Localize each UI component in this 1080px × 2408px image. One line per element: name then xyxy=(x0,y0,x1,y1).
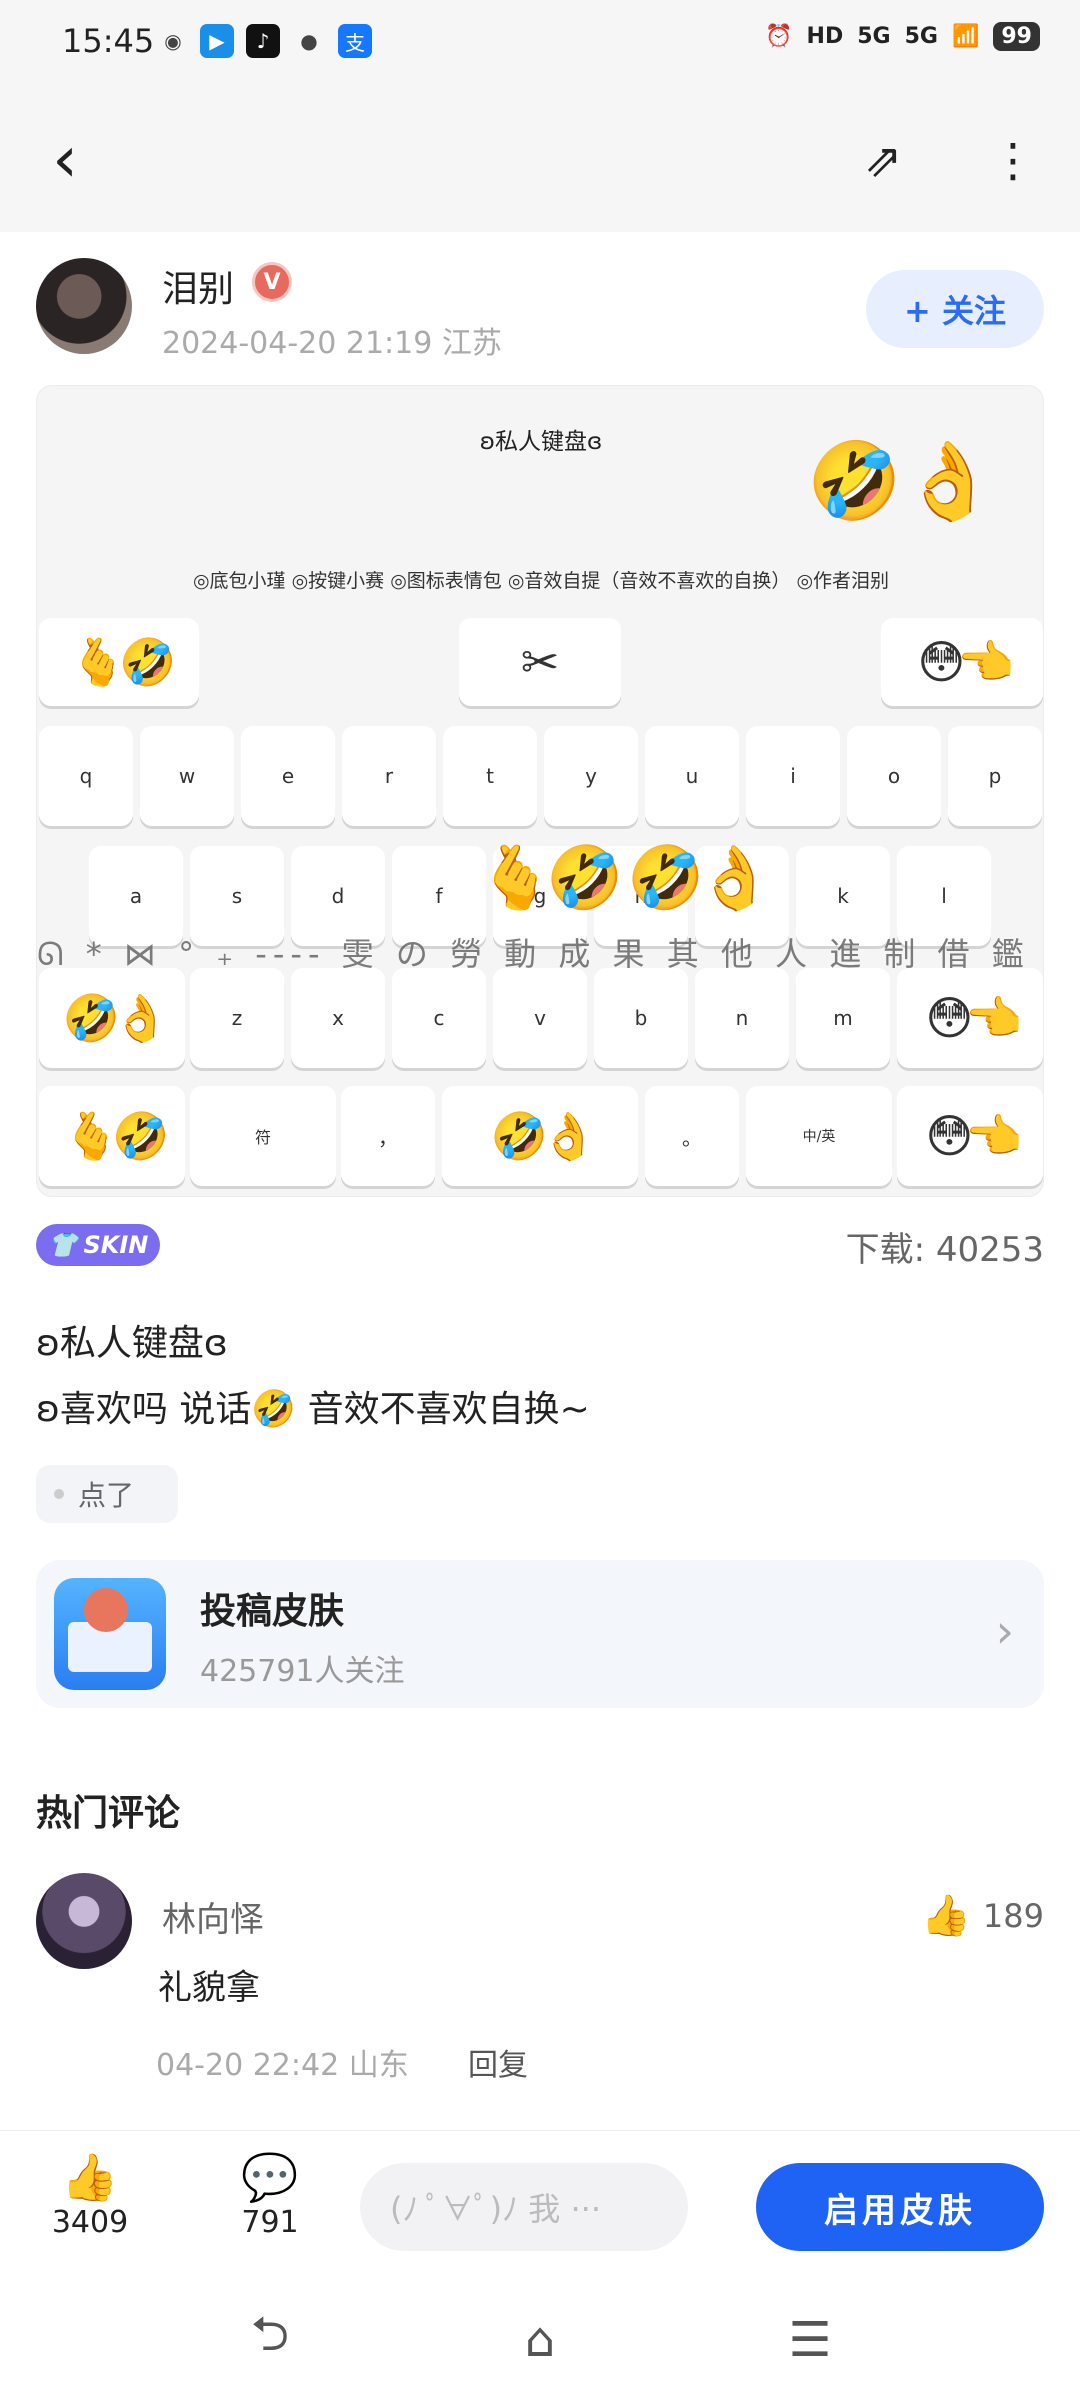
skin-badge-label: SKIN xyxy=(83,1231,149,1259)
key-z: z xyxy=(190,968,284,1068)
more-icon[interactable]: ⋮ xyxy=(978,125,1048,195)
signal-icon: 5G xyxy=(904,24,938,49)
space-key: 🤣👌 xyxy=(442,1086,638,1186)
backspace-key: 😳👈 xyxy=(897,968,1043,1068)
key-r: r xyxy=(342,726,436,826)
hd-icon: HD xyxy=(806,24,844,49)
author-name[interactable]: 泪别 xyxy=(162,260,234,312)
hot-comments-heading: 热门评论 xyxy=(36,1793,181,1834)
comment-input[interactable]: (ﾉ ﾟ∀ﾟ)ﾉ 我 ··· xyxy=(360,2163,688,2251)
key-n: n xyxy=(695,968,789,1068)
reply-button[interactable]: 回复 xyxy=(468,2040,528,2084)
post-title: ʚ私人键盘ɞ xyxy=(36,1323,228,1364)
wechat-icon: ◉ xyxy=(156,24,190,58)
battery-icon: 99 xyxy=(993,22,1040,51)
enter-key: 😳👈 xyxy=(897,1086,1043,1186)
key-b: b xyxy=(594,968,688,1068)
like-count: 3409 xyxy=(51,2205,129,2240)
nav-home-icon[interactable]: ⌂ xyxy=(500,2310,580,2370)
status-time: 15:45 xyxy=(62,22,155,60)
signal-icon: 5G xyxy=(857,24,891,49)
back-icon[interactable]: ‹ xyxy=(30,123,100,197)
download-count: 下载: 40253 xyxy=(845,1230,1044,1270)
key-i: i xyxy=(746,726,840,826)
comment-avatar[interactable] xyxy=(36,1873,132,1969)
wifi-icon: 📶 xyxy=(951,24,980,49)
topic-card[interactable]: 投稿皮肤 425791人关注 › xyxy=(36,1560,1044,1708)
nav-menu-icon[interactable]: ☰ xyxy=(770,2310,850,2370)
comment-meta: 04-20 22:42 山东 xyxy=(156,2048,409,2083)
comment-like-count: 189 xyxy=(982,1896,1044,1935)
row2-emoji-overlay: 🫰🤣 🤣👌 xyxy=(477,841,773,914)
topic-name: 投稿皮肤 xyxy=(200,1591,345,1632)
skin-badge: 👕 SKIN xyxy=(36,1224,160,1266)
status-right-icons: ⏰ HD 5G 5G 📶 99 xyxy=(765,22,1040,51)
nav-back-icon[interactable]: ⮌ xyxy=(230,2306,310,2370)
verified-badge-icon: V xyxy=(252,262,292,302)
tag-dot-icon xyxy=(54,1489,64,1499)
topic-thumbnail xyxy=(54,1578,166,1690)
key-u: u xyxy=(645,726,739,826)
comment-count: 791 xyxy=(241,2205,299,2240)
key-w: w xyxy=(140,726,234,826)
preview-description: ◎底包小瑾 ◎按键小赛 ◎图标表情包 ◎音效自提（音效不喜欢的自换） ◎作者泪别 xyxy=(192,570,890,592)
shift-key: 🤣👌 xyxy=(39,968,185,1068)
comment-button[interactable]: 💬 791 xyxy=(220,2150,320,2240)
enable-skin-button[interactable]: 启用皮肤 xyxy=(756,2163,1044,2251)
key-c: c xyxy=(392,968,486,1068)
like-button[interactable]: 👍 3409 xyxy=(40,2150,140,2240)
key-x: x xyxy=(291,968,385,1068)
comma-key: ， xyxy=(341,1086,435,1186)
key-m: m xyxy=(796,968,890,1068)
preview-top-emoji: 🤣👌 xyxy=(807,436,997,525)
top-toolbar xyxy=(0,90,1080,232)
comment-text: 礼貌拿 xyxy=(158,1968,260,2008)
tiktok-icon: ♪ xyxy=(246,24,280,58)
tag-label: 点了 xyxy=(78,1479,135,1512)
alarm-icon: ⏰ xyxy=(765,24,793,49)
key-t: t xyxy=(443,726,537,826)
scissors-icon: ✂ xyxy=(459,618,621,706)
key-v: v xyxy=(493,968,587,1068)
thumbs-up-icon: 👍 xyxy=(61,2150,119,2204)
key-y: y xyxy=(544,726,638,826)
lang-switch-key: 中/英 xyxy=(746,1086,892,1186)
tshirt-icon: 👕 xyxy=(47,1231,78,1259)
symbol-key: 符 xyxy=(190,1086,336,1186)
share-icon[interactable]: ⇗ xyxy=(848,125,918,195)
chevron-right-icon: › xyxy=(995,1604,1014,1658)
key-q: q xyxy=(39,726,133,826)
post-description: ʚ喜欢吗 说话🤣 音效不喜欢自换~ xyxy=(36,1389,590,1430)
key-p: p xyxy=(948,726,1042,826)
func-key-left: 🫰🤣 xyxy=(39,618,199,706)
key-o: o xyxy=(847,726,941,826)
character-thumb-icon xyxy=(84,1588,128,1632)
alipay-icon: 支 xyxy=(338,24,372,58)
post-tag[interactable]: 点了 xyxy=(36,1465,178,1523)
skin-preview-image[interactable]: ʚ私人键盘ɞ 🤣👌 ◎底包小瑾 ◎按键小赛 ◎图标表情包 ◎音效自提（音效不喜欢… xyxy=(36,385,1044,1197)
thumbs-up-icon: 👍 xyxy=(921,1893,971,1939)
func-key-right: 😳👈 xyxy=(881,618,1043,706)
period-key: 。 xyxy=(645,1086,739,1186)
comment-author[interactable]: 林向怿 xyxy=(162,1892,264,1941)
comment-like-button[interactable]: 👍 189 xyxy=(921,1892,1044,1939)
follow-button[interactable]: + 关注 xyxy=(866,270,1044,348)
key-e: e xyxy=(241,726,335,826)
author-avatar[interactable] xyxy=(36,258,132,354)
num-key: 🫰🤣 xyxy=(39,1086,185,1186)
topic-followers: 425791人关注 xyxy=(200,1654,405,1689)
bluedirect-icon: ▶ xyxy=(200,24,234,58)
message-icon: ● xyxy=(292,24,326,58)
comment-icon: 💬 xyxy=(241,2150,299,2204)
post-date-location: 2024-04-20 21:19 江苏 xyxy=(162,326,502,361)
